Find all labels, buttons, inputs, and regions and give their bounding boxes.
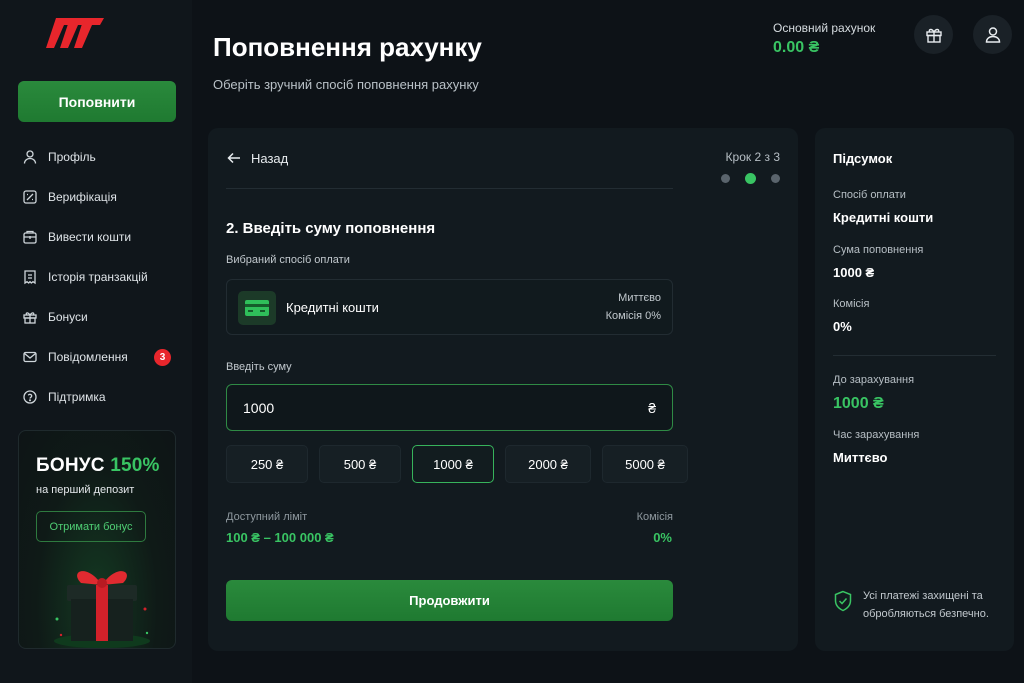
sidebar: Поповнити Профіль Верифікація Вивести ко… — [0, 0, 192, 683]
sidebar-nav: Профіль Верифікація Вивести кошти Історі… — [0, 137, 192, 417]
help-icon — [22, 389, 38, 405]
summary-fee-label: Комісія — [833, 298, 870, 310]
promo-title-accent: 150% — [110, 455, 160, 476]
notification-badge: 3 — [154, 348, 171, 366]
payment-method-name: Кредитні кошти — [286, 300, 379, 315]
user-icon — [22, 149, 38, 165]
sidebar-item-profile[interactable]: Профіль — [0, 137, 192, 177]
summary-title: Підсумок — [833, 151, 893, 166]
page-subtitle: Оберіть зручний спосіб поповнення рахунк… — [213, 77, 479, 92]
summary-time-label: Час зарахування — [833, 429, 920, 441]
gift-icon — [22, 309, 38, 325]
preset-2000-button[interactable]: 2000 ₴ — [505, 445, 591, 483]
deposit-form-card: Назад Крок 2 з 3 2. Введіть суму поповне… — [208, 128, 798, 651]
summary-method-value: Кредитні кошти — [833, 210, 934, 225]
step-dot-active — [745, 173, 756, 184]
sidebar-item-messages[interactable]: Повідомлення 3 — [0, 337, 192, 377]
balance-label: Основний рахунок — [773, 21, 876, 35]
get-bonus-button[interactable]: Отримати бонус — [36, 511, 146, 542]
sidebar-item-bonuses[interactable]: Бонуси — [0, 297, 192, 337]
promo-subtitle: на перший депозит — [36, 484, 135, 496]
sidebar-item-label: Вивести кошти — [48, 230, 132, 244]
back-label: Назад — [251, 150, 289, 166]
preset-1000-button[interactable]: 1000 ₴ — [412, 445, 494, 483]
back-button[interactable]: Назад — [226, 150, 288, 166]
page-title: Поповнення рахунку — [213, 32, 482, 62]
security-note: Усі платежі захищені та обробляються без… — [833, 587, 1008, 623]
summary-amount-value: 1000 ₴ — [833, 265, 875, 280]
divider — [226, 188, 673, 189]
shield-check-icon — [834, 590, 852, 612]
sidebar-item-support[interactable]: Підтримка — [0, 377, 192, 417]
step-dots — [721, 173, 780, 184]
summary-amount-label: Сума поповнення — [833, 244, 924, 256]
sidebar-item-withdraw[interactable]: Вивести кошти — [0, 217, 192, 257]
selected-payment-method[interactable]: Кредитні кошти Миттєво Комісія 0% — [226, 279, 673, 335]
limit-value: 100 ₴ – 100 000 ₴ — [226, 530, 334, 545]
user-icon — [985, 26, 1000, 43]
security-note-text: Усі платежі захищені та обробляються без… — [863, 590, 989, 620]
preset-500-button[interactable]: 500 ₴ — [319, 445, 401, 483]
profile-button[interactable] — [973, 15, 1012, 54]
sidebar-item-label: Верифікація — [48, 190, 117, 204]
amount-presets: 250 ₴ 500 ₴ 1000 ₴ 2000 ₴ 5000 ₴ — [226, 445, 688, 483]
summary-time-value: Миттєво — [833, 450, 888, 465]
sidebar-item-verification[interactable]: Верифікація — [0, 177, 192, 217]
step-dot — [771, 174, 780, 183]
withdraw-icon — [22, 229, 38, 245]
amount-value: 1000 — [243, 399, 275, 416]
divider — [833, 355, 996, 356]
currency-symbol: ₴ — [648, 399, 656, 416]
summary-fee-value: 0% — [833, 319, 852, 334]
step-indicator-label: Крок 2 з 3 — [725, 150, 780, 164]
gifts-button[interactable] — [914, 15, 953, 54]
summary-panel: Підсумок Спосіб оплати Кредитні кошти Су… — [815, 128, 1014, 651]
credit-card-icon — [238, 291, 276, 325]
continue-button[interactable]: Продовжити — [226, 580, 673, 621]
sidebar-item-label: Підтримка — [48, 390, 106, 404]
promo-title: БОНУС 150% — [36, 455, 160, 477]
sidebar-item-label: Бонуси — [48, 310, 88, 324]
gift-box-illustration — [47, 549, 157, 648]
gift-icon — [925, 28, 942, 43]
balance-value: 0.00 ₴ — [773, 39, 820, 56]
section-title: 2. Введіть суму поповнення — [226, 220, 436, 237]
summary-credit-label: До зарахування — [833, 374, 915, 386]
payment-method-label: Вибраний спосіб оплати — [226, 254, 350, 266]
sidebar-item-label: Повідомлення — [48, 350, 128, 364]
sidebar-item-label: Профіль — [48, 150, 96, 164]
summary-credit-value: 1000 ₴ — [833, 395, 884, 412]
amount-input[interactable]: 1000 ₴ — [226, 384, 673, 431]
verification-icon — [22, 189, 38, 205]
fee-value: 0% — [653, 530, 672, 545]
brand-logo[interactable] — [44, 12, 110, 52]
payment-method-speed: Миттєво — [618, 292, 661, 304]
history-icon — [22, 269, 38, 285]
amount-label: Введіть суму — [226, 361, 292, 373]
preset-250-button[interactable]: 250 ₴ — [226, 445, 308, 483]
deposit-button[interactable]: Поповнити — [18, 81, 176, 122]
arrow-left-icon — [227, 152, 240, 164]
payment-method-fee: Комісія 0% — [605, 310, 661, 322]
bonus-promo-card: БОНУС 150% на перший депозит Отримати бо… — [18, 430, 176, 649]
limit-label: Доступний ліміт — [226, 511, 308, 523]
mail-icon — [22, 349, 38, 365]
fee-label: Комісія — [636, 511, 673, 523]
sidebar-item-history[interactable]: Історія транзакцій — [0, 257, 192, 297]
sidebar-item-label: Історія транзакцій — [48, 270, 148, 284]
promo-title-prefix: БОНУС — [36, 455, 105, 476]
summary-method-label: Спосіб оплати — [833, 189, 906, 201]
preset-5000-button[interactable]: 5000 ₴ — [602, 445, 688, 483]
step-dot — [721, 174, 730, 183]
